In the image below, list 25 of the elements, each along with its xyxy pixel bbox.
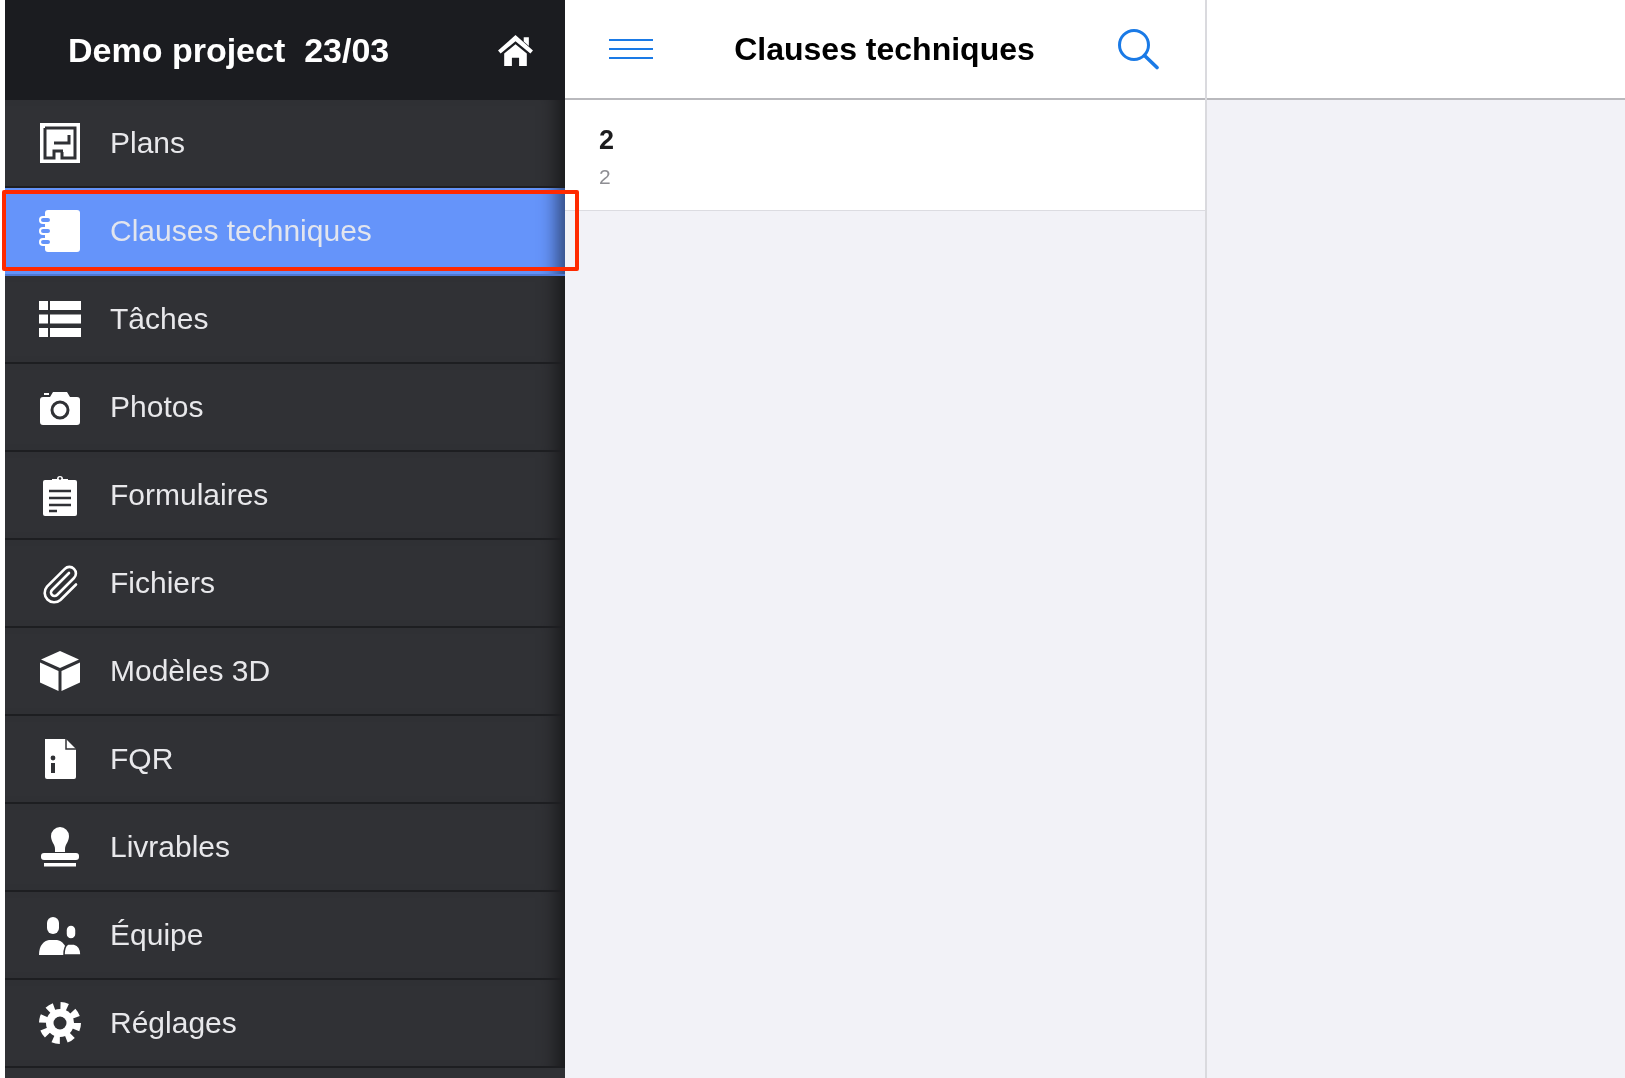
stamp-icon (39, 826, 81, 868)
sidebar-item[interactable]: Fichiers (5, 540, 565, 628)
sidebar-item[interactable]: Plans (5, 100, 565, 188)
project-title: Demo project 23/03 (68, 30, 390, 70)
search-icon[interactable] (1116, 28, 1160, 70)
sidebar-item[interactable]: Équipe (5, 892, 565, 980)
row-subtitle: 2 (599, 165, 611, 189)
sidebar-item[interactable]: Tâches (5, 276, 565, 364)
notebook-icon (39, 210, 81, 252)
list-row[interactable]: 2 2 (565, 100, 1205, 211)
settings-icon (39, 1002, 81, 1044)
people-icon (39, 914, 81, 956)
home-icon[interactable] (497, 33, 534, 67)
floor-plan-icon (39, 122, 81, 164)
sidebar-item[interactable]: Photos (5, 364, 565, 452)
panel-title: Clauses techniques (733, 30, 1036, 68)
sidebar-item[interactable]: Livrables (5, 804, 565, 892)
sidebar-item[interactable]: Formulaires (5, 452, 565, 540)
sidebar-item[interactable]: FQR (5, 716, 565, 804)
cube-icon (39, 650, 81, 692)
sidebar-item[interactable]: Réglages (5, 980, 565, 1068)
row-title: 2 (599, 125, 615, 156)
sidebar-item[interactable]: Modèles 3D (5, 628, 565, 716)
menu-icon[interactable] (609, 38, 653, 60)
list-icon (39, 298, 81, 340)
